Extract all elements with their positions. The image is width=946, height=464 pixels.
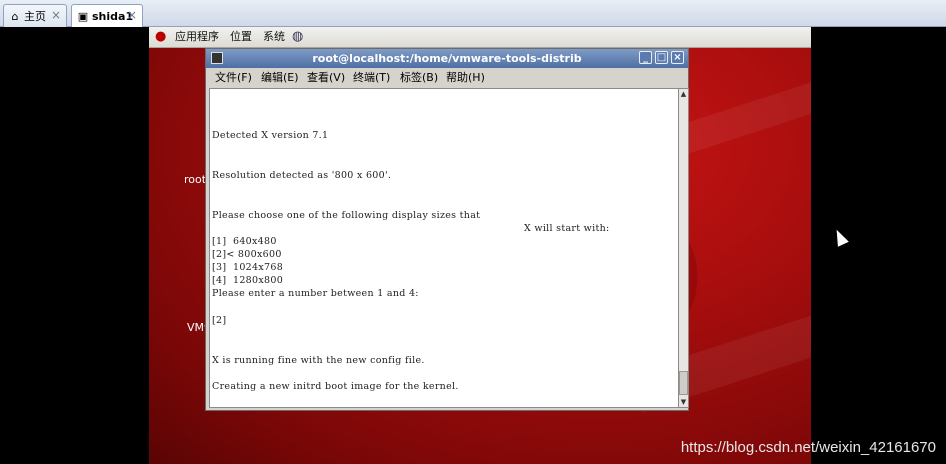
close-tab-home-icon[interactable]: × (51, 5, 61, 26)
terminal-output[interactable]: Detected X version 7.1 Resolution detect… (209, 88, 679, 408)
terminal-line: [2] (212, 315, 227, 326)
terminal-line: [4] 1280x800 (212, 275, 284, 286)
scroll-down-icon[interactable]: ▼ (679, 397, 688, 407)
terminal-line: [3] 1024x768 (212, 262, 284, 273)
menu-view[interactable]: 查看(V) (307, 68, 345, 87)
terminal-line: Please enter a number between 1 and 4: (212, 288, 419, 299)
redhat-logo-icon[interactable]: ● (155, 27, 166, 47)
home-icon: ⌂ (11, 9, 19, 23)
terminal-scrollbar[interactable]: ▲ ▼ (678, 88, 689, 408)
menu-system[interactable]: 系统 (263, 27, 285, 47)
menu-places[interactable]: 位置 (230, 27, 252, 47)
menu-applications[interactable]: 应用程序 (175, 27, 219, 47)
terminal-line: [1] 640x480 (212, 236, 277, 247)
terminal-icon (211, 52, 223, 64)
menu-terminal[interactable]: 终端(T) (353, 68, 390, 87)
vm-icon: ▣ (77, 9, 89, 23)
menu-tabs[interactable]: 标签(B) (400, 68, 438, 87)
tab-home[interactable]: ⌂ 主页 × (3, 4, 67, 27)
close-tab-shida1-icon[interactable]: × (127, 5, 137, 26)
globe-icon[interactable]: ◍ (292, 27, 303, 47)
mouse-cursor-icon (831, 227, 849, 247)
minimize-button[interactable]: _ (639, 51, 652, 64)
terminal-line: Detected X version 7.1 (212, 130, 329, 141)
terminal-line: [2]< 800x600 (212, 249, 282, 260)
maximize-button[interactable]: □ (655, 51, 668, 64)
terminal-line: Resolution detected as '800 x 600'. (212, 170, 392, 181)
terminal-line: Creating a new initrd boot image for the… (212, 381, 459, 392)
tab-shida1[interactable]: ▣ shida1 × (71, 4, 143, 27)
host-tab-bar: ⌂ 主页 × ▣ shida1 × (0, 0, 946, 27)
scroll-thumb[interactable] (679, 371, 688, 395)
terminal-window: root@localhost:/home/vmware-tools-distri… (205, 48, 689, 411)
gnome-top-panel: ● 应用程序 位置 系统 ◍ (149, 27, 811, 48)
menu-help[interactable]: 帮助(H) (446, 68, 485, 87)
close-button[interactable]: × (671, 51, 684, 64)
watermark: https://blog.csdn.net/weixin_42161670 (680, 439, 936, 456)
scroll-up-icon[interactable]: ▲ (679, 89, 688, 99)
terminal-line: X will start with: (524, 223, 610, 234)
terminal-line: Please choose one of the following displ… (212, 210, 481, 221)
menu-file[interactable]: 文件(F) (215, 68, 252, 87)
terminal-menubar: 文件(F) 编辑(E) 查看(V) 终端(T) 标签(B) 帮助(H) (206, 68, 688, 87)
terminal-title: root@localhost:/home/vmware-tools-distri… (312, 52, 582, 65)
menu-edit[interactable]: 编辑(E) (261, 68, 299, 87)
terminal-titlebar[interactable]: root@localhost:/home/vmware-tools-distri… (206, 49, 688, 68)
desktop-icon-root-label[interactable]: root (184, 173, 206, 186)
terminal-line: X is running fine with the new config fi… (212, 355, 425, 366)
